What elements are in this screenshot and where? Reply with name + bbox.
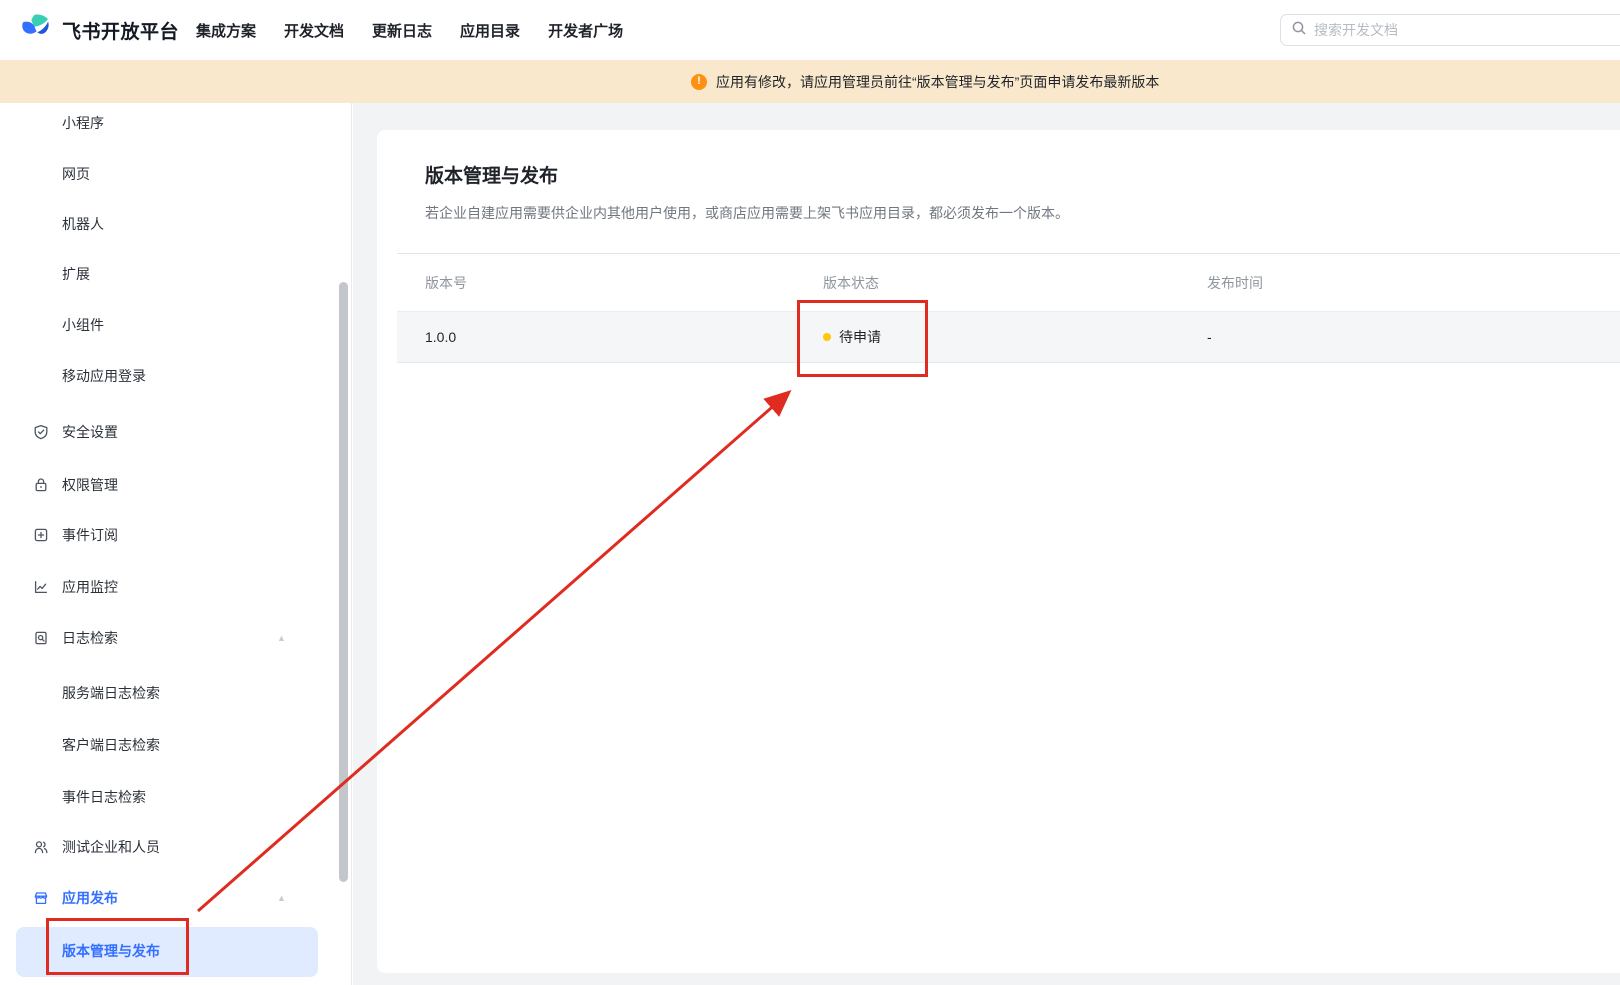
version-management-card: 版本管理与发布 若企业自建应用需要供企业内其他用户使用，或商店应用需要上架飞书应…	[377, 130, 1620, 973]
version-status: 待申请	[823, 327, 881, 347]
version-number: 1.0.0	[425, 329, 457, 345]
nav-item-4[interactable]: 开发者广场	[548, 20, 623, 41]
page-title: 版本管理与发布	[425, 166, 559, 187]
sidebar-item-机器人[interactable]: 机器人	[0, 199, 344, 249]
sidebar-item-日志检索[interactable]: 日志检索 ▲	[0, 613, 344, 663]
sidebar-item-label: 日志检索	[62, 630, 118, 646]
app-modified-banner: ! 应用有修改，请应用管理员前往“版本管理与发布”页面申请发布最新版本	[0, 60, 1620, 103]
sidebar-item-应用监控[interactable]: 应用监控	[0, 562, 344, 612]
monitor-chart-icon	[33, 579, 49, 595]
nav-menu: 集成方案 开发文档 更新日志 应用目录 开发者广场	[196, 0, 623, 60]
feishu-logo[interactable]: 飞书开放平台	[20, 0, 179, 60]
warning-icon: !	[691, 73, 707, 90]
sidebar-item-label: 事件日志检索	[62, 789, 146, 805]
sidebar-scrollbar-thumb[interactable]	[339, 282, 348, 882]
column-header-2: 发布时间	[1207, 274, 1263, 291]
sidebar-item-label: 网页	[62, 166, 90, 182]
nav-item-1[interactable]: 开发文档	[284, 20, 344, 41]
sidebar-item-label: 版本管理与发布	[62, 943, 160, 959]
sidebar-item-label: 应用发布	[62, 890, 118, 906]
sidebar-item-权限管理[interactable]: 权限管理	[0, 460, 344, 510]
table-header-row: 版本号 版本状态 发布时间	[397, 253, 1620, 311]
sidebar-item-测试企业和人员[interactable]: 测试企业和人员	[0, 822, 344, 872]
sidebar-item-label: 事件订阅	[62, 527, 118, 543]
sidebar-item-label: 安全设置	[62, 424, 118, 440]
search-input[interactable]	[1314, 22, 1594, 38]
top-navigation-bar: 飞书开放平台 集成方案 开发文档 更新日志 应用目录 开发者广场	[0, 0, 1620, 60]
sidebar: 小程序网页机器人扩展小组件移动应用登录 安全设置权限管理事件订阅应用监控日志检索 ▲…	[0, 103, 352, 985]
nav-item-3[interactable]: 应用目录	[460, 20, 520, 41]
sidebar-item-小组件[interactable]: 小组件	[0, 300, 344, 350]
collapse-caret-icon[interactable]: ▲	[277, 633, 286, 643]
sidebar-item-label: 机器人	[62, 216, 104, 232]
publish-time: -	[1207, 329, 1212, 345]
sidebar-item-label: 测试企业和人员	[62, 839, 160, 855]
sidebar-item-事件日志检索[interactable]: 事件日志检索	[0, 772, 344, 822]
page-description: 若企业自建应用需要供企业内其他用户使用，或商店应用需要上架飞书应用目录，都必须发…	[425, 205, 1069, 221]
versions-table: 版本号 版本状态 发布时间 1.0.0 待申请 -	[397, 253, 1620, 363]
sidebar-item-安全设置[interactable]: 安全设置	[0, 407, 344, 457]
collapse-caret-icon[interactable]: ▲	[277, 893, 286, 903]
banner-message: 应用有修改，请应用管理员前往“版本管理与发布”页面申请发布最新版本	[716, 73, 1160, 90]
sidebar-item-服务端日志检索[interactable]: 服务端日志检索	[0, 668, 344, 718]
column-header-0: 版本号	[425, 274, 467, 291]
sidebar-item-label: 权限管理	[62, 477, 118, 493]
sidebar-item-扩展[interactable]: 扩展	[0, 249, 344, 299]
sidebar-item-网页[interactable]: 网页	[0, 149, 344, 199]
lock-icon	[33, 477, 49, 493]
sidebar-item-应用发布[interactable]: 应用发布 ▲	[0, 873, 344, 923]
event-subscribe-icon	[33, 527, 49, 543]
sidebar-item-label: 移动应用登录	[62, 368, 146, 384]
people-icon	[33, 839, 49, 855]
shield-icon	[33, 424, 49, 440]
sidebar-item-label: 客户端日志检索	[62, 737, 160, 753]
search-icon	[1291, 20, 1307, 41]
sidebar-item-label: 应用监控	[62, 579, 118, 595]
column-header-1: 版本状态	[823, 274, 879, 291]
sidebar-item-label: 服务端日志检索	[62, 685, 160, 701]
sidebar-item-事件订阅[interactable]: 事件订阅	[0, 510, 344, 560]
sidebar-item-版本管理与发布[interactable]: 版本管理与发布	[0, 926, 344, 977]
status-dot-icon	[823, 333, 831, 341]
sidebar-item-移动应用登录[interactable]: 移动应用登录	[0, 351, 344, 401]
sidebar-item-label: 小组件	[62, 317, 104, 333]
version-table-row: 1.0.0 待申请 -	[397, 311, 1620, 363]
doc-search-box[interactable]	[1280, 14, 1620, 46]
sidebar-item-小程序[interactable]: 小程序	[0, 98, 344, 148]
nav-item-2[interactable]: 更新日志	[372, 20, 432, 41]
store-release-icon	[33, 890, 49, 906]
feishu-open-platform-console: 飞书开放平台 集成方案 开发文档 更新日志 应用目录 开发者广场 ! 应用有修改，请应用…	[0, 0, 1620, 985]
nav-item-0[interactable]: 集成方案	[196, 20, 256, 41]
sidebar-item-label: 小程序	[62, 115, 104, 131]
sidebar-item-客户端日志检索[interactable]: 客户端日志检索	[0, 720, 344, 770]
feishu-bird-icon	[20, 12, 52, 49]
sidebar-item-label: 扩展	[62, 266, 90, 282]
platform-title: 飞书开放平台	[62, 21, 180, 43]
log-search-icon	[33, 630, 49, 646]
status-text: 待申请	[839, 329, 881, 345]
